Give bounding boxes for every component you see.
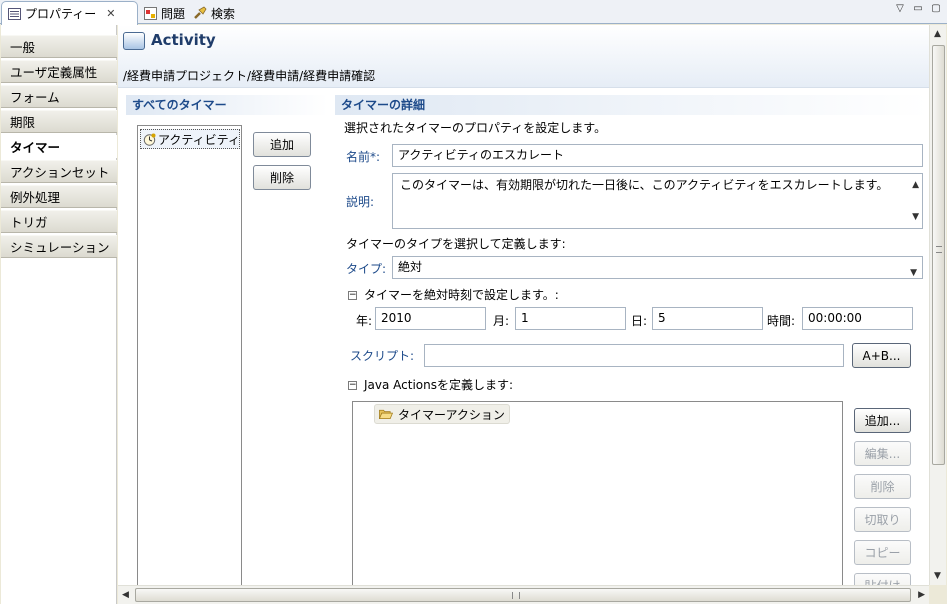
- absolute-time-section: タイマーを絶対時刻で設定します。:: [364, 288, 559, 302]
- horizontal-scrollbar[interactable]: ◀ ▶: [118, 585, 929, 604]
- java-paste-button[interactable]: 貼付け: [854, 573, 911, 585]
- collapse-absolute-icon[interactable]: −: [348, 291, 357, 300]
- scroll-down-icon[interactable]: ▼: [912, 208, 919, 226]
- tab-properties[interactable]: プロパティー ✕: [1, 1, 138, 25]
- minimize-icon[interactable]: ▭: [911, 3, 925, 14]
- grip-icon: [512, 592, 520, 599]
- category-form[interactable]: フォーム: [1, 85, 117, 108]
- timer-clock-icon: [143, 132, 156, 146]
- category-deadline[interactable]: 期限: [1, 110, 117, 133]
- maximize-icon[interactable]: ▢: [929, 3, 943, 14]
- list-item[interactable]: アクティビティ: [140, 129, 240, 149]
- property-category-list: 一般 ユーザ定義属性 フォーム 期限 タイマー アクションセット 例外処理 トリ…: [1, 25, 117, 604]
- delete-timer-button[interactable]: 削除: [253, 165, 311, 190]
- timer-details-heading: タイマーの詳細: [335, 95, 929, 115]
- day-label: 日:: [631, 314, 648, 328]
- script-field[interactable]: [424, 344, 844, 367]
- year-field[interactable]: 2010: [375, 307, 486, 330]
- scroll-up-arrow-icon[interactable]: ▲: [934, 29, 941, 39]
- scroll-up-icon[interactable]: ▲: [912, 176, 919, 194]
- view-tab-bar: プロパティー ✕ 問題 検索 ▽ ▭ ▢: [0, 0, 947, 25]
- add-timer-button[interactable]: 追加: [253, 132, 311, 157]
- java-copy-button[interactable]: コピー: [854, 540, 911, 565]
- java-cut-button[interactable]: 切取り: [854, 507, 911, 532]
- panel-header: Activity /経費申請プロジェクト/経費申請/経費申請確認: [118, 25, 929, 88]
- vertical-scrollbar[interactable]: ▲ ▼: [929, 25, 946, 585]
- name-field[interactable]: アクティビティのエスカレート: [392, 144, 923, 167]
- java-edit-button[interactable]: 編集...: [854, 441, 911, 466]
- java-actions-section: Java Actionsを定義します:: [364, 378, 514, 392]
- details-intro-text: 選択されたタイマーのプロパティを設定します。: [344, 121, 607, 135]
- description-label: 説明:: [346, 195, 375, 209]
- activity-icon: [123, 32, 145, 50]
- scroll-left-arrow-icon[interactable]: ◀: [122, 590, 129, 600]
- timer-list[interactable]: アクティビティ: [137, 125, 242, 585]
- properties-icon: [7, 7, 21, 21]
- year-label: 年:: [356, 314, 373, 328]
- tree-item[interactable]: タイマーアクション: [374, 404, 510, 424]
- scroll-right-arrow-icon[interactable]: ▶: [918, 590, 925, 600]
- category-simulation[interactable]: シミュレーション: [1, 235, 117, 258]
- name-label: 名前*:: [346, 150, 381, 164]
- script-editor-button[interactable]: A+B...: [852, 343, 911, 368]
- tab-problems[interactable]: 問題: [138, 2, 190, 24]
- timer-properties-panel: Activity /経費申請プロジェクト/経費申請/経費申請確認 すべてのタイマ…: [118, 25, 929, 585]
- time-field[interactable]: 00:00:00: [802, 307, 913, 330]
- breadcrumb: /経費申請プロジェクト/経費申請/経費申請確認: [123, 69, 376, 83]
- category-trigger[interactable]: トリガ: [1, 210, 117, 233]
- timer-item-label: アクティビティ: [158, 132, 240, 147]
- search-flashlight-icon: [193, 6, 207, 20]
- description-text: このタイマーは、有効期限が切れた一日後に、このアクティビティをエスカレートします…: [400, 178, 889, 192]
- type-select[interactable]: 絶対 ▼: [392, 256, 923, 279]
- java-delete-button[interactable]: 削除: [854, 474, 911, 499]
- collapse-java-actions-icon[interactable]: −: [348, 381, 357, 390]
- grip-icon: [936, 246, 942, 253]
- tab-properties-label: プロパティー: [25, 7, 97, 21]
- page-title: Activity: [151, 31, 216, 49]
- type-label: タイプ:: [346, 262, 387, 276]
- folder-open-icon: [379, 407, 393, 421]
- chevron-down-icon[interactable]: ▼: [910, 263, 917, 278]
- java-actions-tree[interactable]: タイマーアクション: [352, 401, 843, 585]
- day-field[interactable]: 5: [652, 307, 763, 330]
- vertical-scroll-thumb[interactable]: [932, 45, 945, 465]
- scroll-down-arrow-icon[interactable]: ▼: [934, 571, 941, 581]
- month-label: 月:: [493, 314, 510, 328]
- horizontal-scroll-thumb[interactable]: [135, 588, 911, 602]
- tab-problems-label: 問題: [161, 6, 186, 21]
- all-timers-heading: すべてのタイマー: [126, 95, 328, 115]
- timer-type-prompt: タイマーのタイプを選択して定義します:: [346, 237, 566, 251]
- script-label: スクリプト:: [350, 349, 415, 363]
- category-timer[interactable]: タイマー: [1, 135, 117, 158]
- java-add-button[interactable]: 追加...: [854, 408, 911, 433]
- tab-search-label: 検索: [211, 6, 236, 21]
- time-label: 時間:: [767, 314, 796, 328]
- description-field[interactable]: このタイマーは、有効期限が切れた一日後に、このアクティビティをエスカレートします…: [392, 173, 923, 229]
- category-user-attributes[interactable]: ユーザ定義属性: [1, 60, 117, 83]
- category-general[interactable]: 一般: [1, 35, 117, 58]
- month-field[interactable]: 1: [515, 307, 626, 330]
- view-menu-icon[interactable]: ▽: [893, 3, 907, 14]
- category-action-set[interactable]: アクションセット: [1, 160, 117, 183]
- problems-icon: [143, 6, 157, 20]
- tab-search[interactable]: 検索: [188, 2, 240, 24]
- type-selected-value: 絶対: [398, 260, 423, 274]
- close-icon[interactable]: ✕: [106, 7, 115, 20]
- tree-item-label: タイマーアクション: [398, 407, 505, 422]
- category-exception[interactable]: 例外処理: [1, 185, 117, 208]
